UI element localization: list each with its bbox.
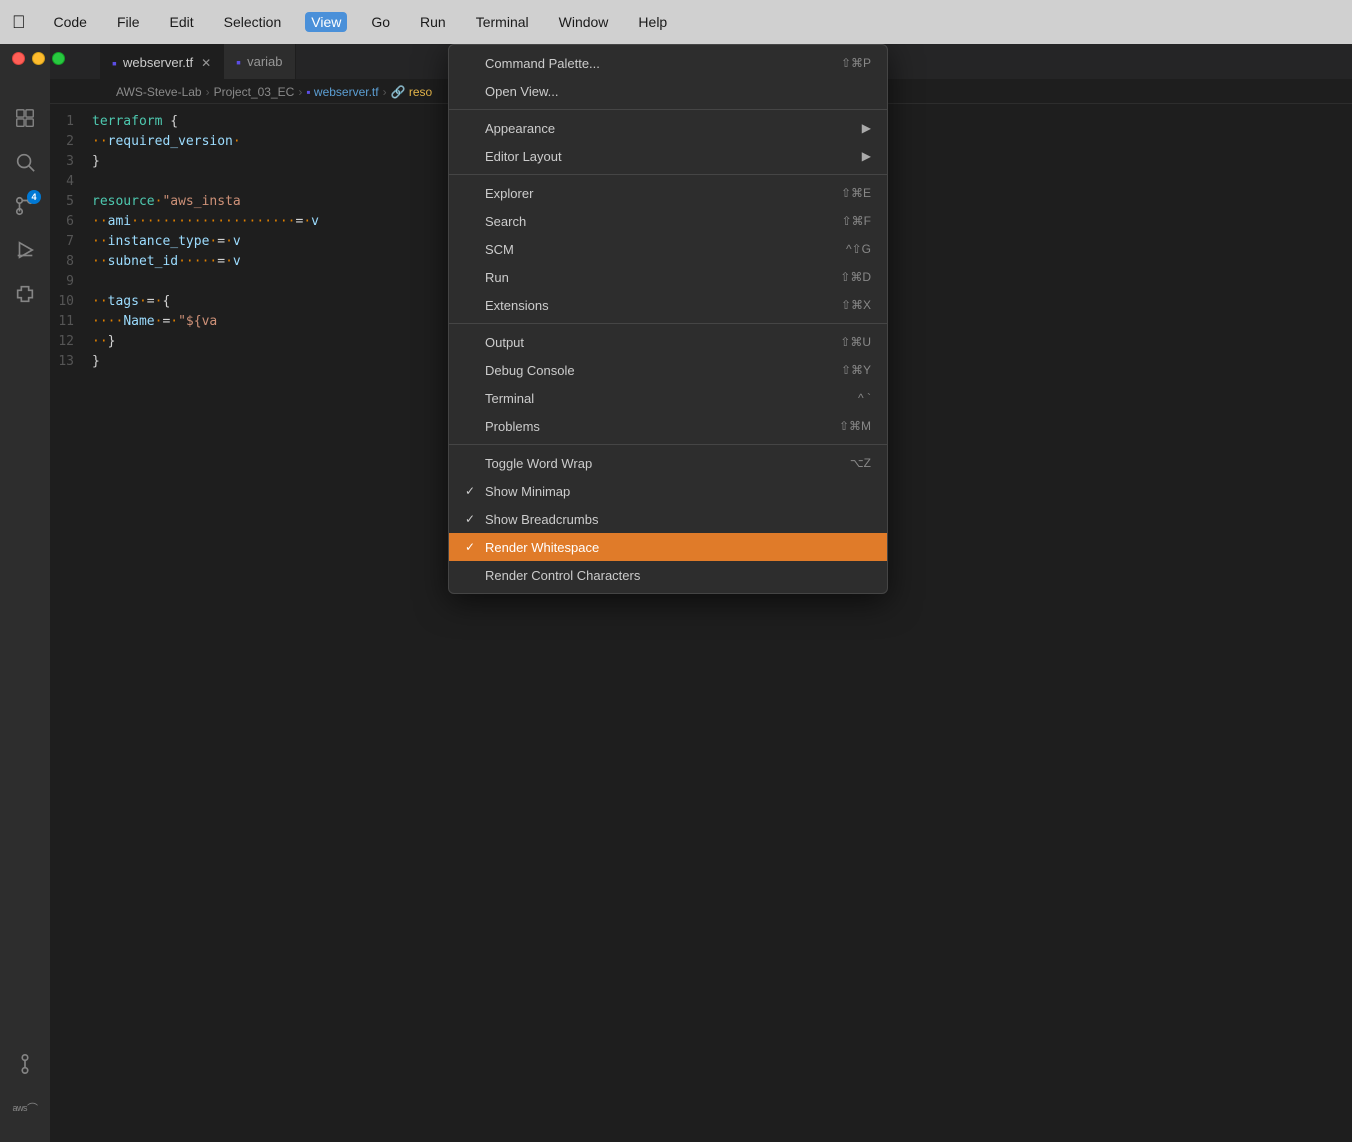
activity-extensions[interactable] (7, 276, 43, 312)
menu-scm-label: SCM (485, 242, 830, 257)
tab-webserver-label: webserver.tf (123, 55, 193, 70)
activity-bar: 4 aws ⌒ (0, 44, 50, 1142)
aws-label: aws (12, 1103, 27, 1113)
menu-appearance-label: Appearance (485, 121, 854, 136)
menu-render-whitespace-label: Render Whitespace (485, 540, 871, 555)
minimap-check-icon: ✓ (465, 484, 481, 498)
breadcrumb-project: Project_03_EC (214, 85, 295, 99)
menu-output-label: Output (485, 335, 824, 350)
menu-extensions[interactable]: Extensions ⇧⌘X (449, 291, 887, 319)
activity-source-control[interactable] (7, 1046, 43, 1082)
menu-terminal-shortcut: ^ ` (858, 391, 871, 405)
menu-run-label: Run (485, 270, 824, 285)
menubar-edit[interactable]: Edit (164, 12, 200, 32)
apple-logo-icon:  (12, 12, 26, 33)
menu-debug-console-shortcut: ⇧⌘Y (841, 363, 871, 377)
menubar-selection[interactable]: Selection (218, 12, 288, 32)
menubar:  Code File Edit Selection View Go Run T… (0, 0, 1352, 44)
breadcrumb-sep1: › (206, 85, 210, 99)
tab-variab[interactable]: ▪ variab (224, 44, 295, 79)
menu-explorer-shortcut: ⇧⌘E (841, 186, 871, 200)
menu-debug-console-label: Debug Console (485, 363, 825, 378)
menu-command-palette-label: Command Palette... (485, 56, 825, 71)
menu-problems-shortcut: ⇧⌘M (839, 419, 871, 433)
menu-problems-label: Problems (485, 419, 823, 434)
symbol-icon: 🔗 (391, 85, 409, 99)
render-whitespace-check-icon: ✓ (465, 540, 481, 554)
separator-1 (449, 109, 887, 110)
menu-open-view[interactable]: Open View... (449, 77, 887, 105)
menu-show-minimap-label: Show Minimap (485, 484, 871, 499)
activity-aws[interactable]: aws ⌒ (7, 1090, 43, 1126)
menubar-file[interactable]: File (111, 12, 146, 32)
tab-close-webserver[interactable]: ✕ (201, 56, 211, 70)
menu-toggle-word-wrap[interactable]: Toggle Word Wrap ⌥Z (449, 449, 887, 477)
menu-command-palette[interactable]: Command Palette... ⇧⌘P (449, 49, 887, 77)
view-menu[interactable]: Command Palette... ⇧⌘P Open View... Appe… (448, 44, 888, 594)
menu-terminal[interactable]: Terminal ^ ` (449, 384, 887, 412)
tab-webserver[interactable]: ▪ webserver.tf ✕ (100, 44, 224, 79)
tab-variab-label: variab (247, 54, 282, 69)
breadcrumb-aws: AWS-Steve-Lab (116, 85, 202, 99)
menu-command-palette-shortcut: ⇧⌘P (841, 56, 871, 70)
menu-search-shortcut: ⇧⌘F (842, 214, 871, 228)
editor-layout-arrow-icon: ▶ (862, 149, 871, 163)
menu-problems[interactable]: Problems ⇧⌘M (449, 412, 887, 440)
terraform-icon: ▪ (112, 55, 117, 71)
menu-render-whitespace[interactable]: ✓ Render Whitespace (449, 533, 887, 561)
breadcrumb-file: ▪ webserver.tf (306, 85, 378, 99)
menu-toggle-word-wrap-label: Toggle Word Wrap (485, 456, 834, 471)
appearance-arrow-icon: ▶ (862, 121, 871, 135)
menu-run-shortcut: ⇧⌘D (840, 270, 871, 284)
menu-editor-layout-label: Editor Layout (485, 149, 854, 164)
menu-toggle-word-wrap-shortcut: ⌥Z (850, 456, 871, 470)
menu-render-control-chars[interactable]: Render Control Characters (449, 561, 887, 589)
menu-search-label: Search (485, 214, 826, 229)
minimize-button[interactable] (32, 52, 45, 65)
terraform-icon-breadcrumb: ▪ (306, 85, 314, 99)
breadcrumb-sep3: › (383, 85, 387, 99)
close-button[interactable] (12, 52, 25, 65)
menu-open-view-label: Open View... (485, 84, 871, 99)
menu-show-breadcrumbs-label: Show Breadcrumbs (485, 512, 871, 527)
menu-terminal-label: Terminal (485, 391, 842, 406)
menu-extensions-shortcut: ⇧⌘X (841, 298, 871, 312)
menubar-window[interactable]: Window (553, 12, 615, 32)
menu-show-minimap[interactable]: ✓ Show Minimap (449, 477, 887, 505)
menu-editor-layout[interactable]: Editor Layout ▶ (449, 142, 887, 170)
menubar-run[interactable]: Run (414, 12, 452, 32)
menu-debug-console[interactable]: Debug Console ⇧⌘Y (449, 356, 887, 384)
menu-render-control-chars-label: Render Control Characters (485, 568, 871, 583)
menu-scm[interactable]: SCM ^⇧G (449, 235, 887, 263)
scm-badge: 4 (27, 190, 41, 204)
separator-2 (449, 174, 887, 175)
menu-appearance[interactable]: Appearance ▶ (449, 114, 887, 142)
menu-scm-shortcut: ^⇧G (846, 242, 871, 256)
activity-explorer[interactable] (7, 100, 43, 136)
breadcrumbs-check-icon: ✓ (465, 512, 481, 526)
terraform-icon-2: ▪ (236, 54, 241, 70)
line-numbers: 1 2 3 4 5 6 7 8 9 10 11 12 13 (50, 104, 88, 1142)
activity-search[interactable] (7, 144, 43, 180)
menu-output[interactable]: Output ⇧⌘U (449, 328, 887, 356)
separator-4 (449, 444, 887, 445)
menu-extensions-label: Extensions (485, 298, 825, 313)
activity-run[interactable] (7, 232, 43, 268)
breadcrumb-symbol: 🔗 reso (391, 85, 433, 99)
menu-output-shortcut: ⇧⌘U (840, 335, 871, 349)
menu-run[interactable]: Run ⇧⌘D (449, 263, 887, 291)
menu-explorer[interactable]: Explorer ⇧⌘E (449, 179, 887, 207)
menu-show-breadcrumbs[interactable]: ✓ Show Breadcrumbs (449, 505, 887, 533)
maximize-button[interactable] (52, 52, 65, 65)
menu-explorer-label: Explorer (485, 186, 825, 201)
separator-3 (449, 323, 887, 324)
breadcrumb-sep2: › (298, 85, 302, 99)
menubar-view[interactable]: View (305, 12, 347, 32)
menubar-help[interactable]: Help (632, 12, 673, 32)
menubar-terminal[interactable]: Terminal (470, 12, 535, 32)
menubar-code[interactable]: Code (48, 12, 93, 32)
activity-scm[interactable]: 4 (7, 188, 43, 224)
menubar-go[interactable]: Go (365, 12, 396, 32)
menu-search[interactable]: Search ⇧⌘F (449, 207, 887, 235)
